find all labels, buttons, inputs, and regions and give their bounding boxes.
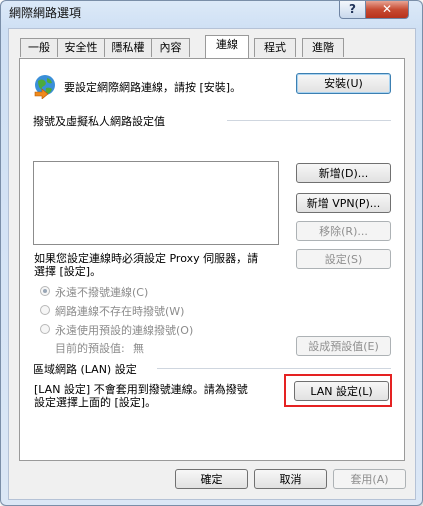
tab-security[interactable]: 安全性 xyxy=(57,38,105,57)
apply-button[interactable]: 套用(A) xyxy=(333,469,406,489)
lan-note-line2: 設定選擇上面的 [設定]。 xyxy=(34,396,157,409)
lan-group-divider xyxy=(157,368,391,369)
tab-advanced[interactable]: 進階 xyxy=(302,38,344,57)
tab-content[interactable]: 內容 xyxy=(151,38,190,57)
tab-connections[interactable]: 連線 xyxy=(205,35,249,58)
proxy-note-line2: 選擇 [設定]。 xyxy=(34,265,102,278)
close-button[interactable]: ✕ xyxy=(365,1,409,19)
tab-programs[interactable]: 程式 xyxy=(254,38,296,57)
settings-button[interactable]: 設定(S) xyxy=(296,249,391,269)
cancel-button[interactable]: 取消 xyxy=(254,469,327,489)
tab-privacy[interactable]: 隱私權 xyxy=(104,38,152,57)
internet-options-window: 網際網路選項 ? ✕ 一般 安全性 隱私權 內容 連線 程式 進階 要設定網際網… xyxy=(0,0,423,506)
window-title: 網際網路選項 xyxy=(9,6,82,20)
lan-settings-highlight-box xyxy=(284,374,392,407)
dial-when-no-network-label: 網路連線不存在時撥號(W) xyxy=(55,305,185,318)
ok-button[interactable]: 確定 xyxy=(175,469,248,489)
radio-selected-dot xyxy=(43,289,47,293)
radio-dial-when-no-network[interactable] xyxy=(40,305,50,315)
radio-always-dial-default[interactable] xyxy=(40,324,50,334)
vpn-group-label: 撥號及虛擬私人網路設定值 xyxy=(33,115,165,128)
add-connection-button[interactable]: 新增(D)... xyxy=(296,163,391,183)
set-default-button[interactable]: 設成預設值(E) xyxy=(296,336,391,356)
connections-panel: 要設定網際網路連線，請按 [安裝]。 安裝(U) 撥號及虛擬私人網路設定值 新增… xyxy=(19,58,405,461)
radio-never-dial[interactable] xyxy=(40,286,50,296)
vpn-group-divider xyxy=(227,120,391,121)
current-default-label: 目前的預設值: xyxy=(55,342,125,355)
never-dial-label: 永遠不撥號連線(C) xyxy=(55,286,149,299)
tab-general[interactable]: 一般 xyxy=(20,38,58,57)
current-default-value: 無 xyxy=(133,342,144,355)
always-dial-default-label: 永遠使用預設的連線撥號(O) xyxy=(55,324,194,337)
connections-listbox[interactable] xyxy=(33,161,279,245)
setup-button[interactable]: 安裝(U) xyxy=(296,73,391,94)
help-button[interactable]: ? xyxy=(339,1,366,19)
lan-group-label: 區域網路 (LAN) 設定 xyxy=(33,363,137,376)
remove-button[interactable]: 移除(R)... xyxy=(296,221,391,241)
globe-icon xyxy=(34,75,55,99)
dialog-client-area: 一般 安全性 隱私權 內容 連線 程式 進階 要設定網際網路連線，請按 [安裝]… xyxy=(8,28,416,500)
setup-instructions: 要設定網際網路連線，請按 [安裝]。 xyxy=(64,81,242,94)
add-vpn-button[interactable]: 新增 VPN(P)... xyxy=(296,193,391,213)
